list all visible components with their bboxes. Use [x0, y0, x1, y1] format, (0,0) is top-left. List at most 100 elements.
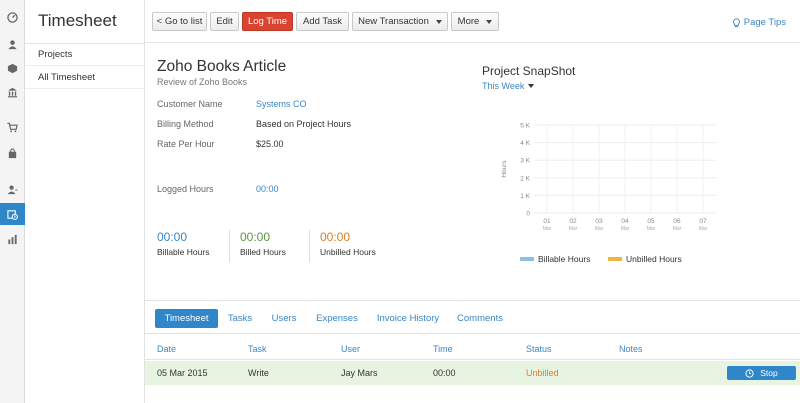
chevron-down-icon [435, 19, 442, 24]
x-tick-sublabel: Mar [569, 226, 578, 232]
legend-swatch-billable [520, 257, 534, 261]
billable-hours-value: 00:00 [157, 230, 188, 244]
y-tick-label: 0 [526, 211, 530, 218]
column-header-task[interactable]: Task [248, 344, 267, 354]
items-icon[interactable] [0, 57, 25, 79]
legend-item-billable: Billable Hours [520, 254, 590, 264]
billed-hours-label: Billed Hours [240, 247, 286, 257]
x-tick-label: 06 [673, 218, 681, 225]
x-tick-sublabel: Mar [699, 226, 708, 232]
sidebar-title: Timesheet [38, 11, 117, 30]
module-sidebar: Timesheet Projects All Timesheet [25, 0, 145, 403]
snapshot-period-label: This Week [482, 81, 525, 91]
tab-tasks[interactable]: Tasks [223, 309, 257, 328]
main-content: Zoho Books Article Review of Zoho Books … [145, 44, 800, 403]
purchases-icon[interactable] [0, 142, 25, 164]
sidebar-item-all-timesheet[interactable]: All Timesheet [25, 67, 144, 89]
y-axis-label: Hours [501, 160, 508, 178]
timesheet-icon[interactable] [0, 203, 25, 225]
tab-invoice-history[interactable]: Invoice History [373, 309, 443, 328]
x-tick-sublabel: Mar [595, 226, 604, 232]
unbilled-hours-label: Unbilled Hours [320, 247, 376, 257]
add-task-button[interactable]: Add Task [296, 12, 349, 31]
table-row[interactable]: 05 Mar 2015 Write Jay Mars 00:00 Unbille… [145, 361, 800, 385]
timer-icon [745, 368, 754, 378]
tab-timesheet[interactable]: Timesheet [155, 309, 218, 328]
snapshot-title: Project SnapShot [482, 64, 576, 78]
billing-method-value: Based on Project Hours [256, 119, 352, 129]
new-transaction-button[interactable]: New Transaction [352, 12, 448, 31]
snapshot-period-dropdown[interactable]: This Week [482, 81, 535, 91]
customer-name-link[interactable]: Systems CO [256, 99, 307, 109]
billable-hours-summary: 00:00 Billable Hours [157, 230, 209, 266]
row-user: Jay Mars [341, 368, 378, 378]
accountant-icon[interactable] [0, 178, 25, 200]
column-header-date[interactable]: Date [157, 344, 176, 354]
column-header-user[interactable]: User [341, 344, 360, 354]
billed-hours-value: 00:00 [240, 230, 271, 244]
unbilled-hours-summary: 00:00 Unbilled Hours [320, 230, 376, 266]
legend-label-billable: Billable Hours [538, 254, 591, 264]
x-tick-label: 04 [621, 218, 629, 225]
column-header-notes[interactable]: Notes [619, 344, 643, 354]
x-tick-label: 01 [543, 218, 551, 225]
x-tick-label: 03 [595, 218, 603, 225]
billed-hours-summary: 00:00 Billed Hours [240, 230, 286, 266]
row-status: Unbilled [526, 368, 559, 378]
banking-icon[interactable] [0, 81, 25, 103]
tab-comments[interactable]: Comments [453, 309, 507, 328]
divider [229, 230, 230, 262]
lightbulb-icon [732, 17, 740, 27]
stop-timer-button[interactable]: Stop [727, 366, 796, 380]
chevron-down-icon [486, 19, 493, 24]
new-transaction-label: New Transaction [358, 16, 429, 27]
unbilled-hours-value: 00:00 [320, 230, 351, 244]
y-tick-label: 3 K [520, 158, 530, 165]
x-tick-label: 05 [647, 218, 655, 225]
chevron-down-icon [528, 84, 535, 88]
log-time-button[interactable]: Log Time [242, 12, 293, 31]
x-tick-sublabel: Mar [543, 226, 552, 232]
billable-hours-label: Billable Hours [157, 247, 210, 257]
tab-users[interactable]: Users [267, 309, 301, 328]
dashboard-icon[interactable] [0, 6, 25, 28]
row-time: 00:00 [433, 368, 456, 378]
edit-button[interactable]: Edit [210, 12, 239, 31]
page-tips-link[interactable]: Page Tips [732, 17, 786, 28]
customer-name-label: Customer Name [157, 99, 223, 109]
x-tick-label: 02 [569, 218, 577, 225]
row-task: Write [248, 368, 269, 378]
row-date: 05 Mar 2015 [157, 368, 208, 378]
legend-swatch-unbilled [608, 257, 622, 261]
reports-icon[interactable] [0, 228, 25, 250]
y-tick-label: 4 K [520, 140, 530, 147]
column-header-time[interactable]: Time [433, 344, 453, 354]
rate-per-hour-value: $25.00 [256, 139, 284, 149]
tab-expenses[interactable]: Expenses [311, 309, 363, 328]
more-button[interactable]: More [451, 12, 499, 31]
logged-hours-label: Logged Hours [157, 184, 214, 194]
stop-label: Stop [760, 368, 778, 378]
sidebar-item-projects[interactable]: Projects [25, 44, 144, 66]
divider [309, 230, 310, 262]
go-to-list-button[interactable]: < Go to list [152, 12, 207, 31]
x-tick-label: 07 [699, 218, 707, 225]
column-header-status[interactable]: Status [526, 344, 552, 354]
billing-method-label: Billing Method [157, 119, 214, 129]
rate-per-hour-label: Rate Per Hour [157, 139, 215, 149]
y-tick-label: 1 K [520, 193, 530, 200]
snapshot-chart: 01 K2 K3 K4 K5 K01Mar02Mar03Mar04Mar05Ma… [501, 123, 716, 232]
x-tick-sublabel: Mar [673, 226, 682, 232]
more-label: More [457, 16, 480, 27]
contacts-icon[interactable] [0, 33, 25, 55]
logged-hours-value: 00:00 [256, 184, 279, 194]
legend-item-unbilled: Unbilled Hours [608, 254, 682, 264]
y-tick-label: 2 K [520, 175, 530, 182]
page-tips-label: Page Tips [743, 17, 786, 28]
app-icon-bar [0, 0, 25, 403]
sales-icon[interactable] [0, 116, 25, 138]
y-tick-label: 5 K [520, 123, 530, 130]
project-title: Zoho Books Article [157, 58, 287, 75]
legend-label-unbilled: Unbilled Hours [626, 254, 682, 264]
toolbar: < Go to list Edit Log Time Add Task New … [145, 0, 800, 43]
